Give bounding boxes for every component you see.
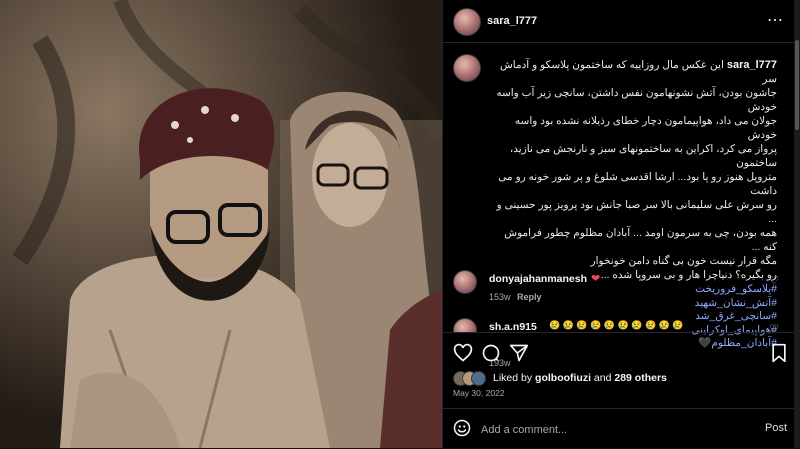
post-date: May 30, 2022 (453, 388, 505, 398)
comment-icon[interactable] (481, 343, 501, 363)
comment-text: ❤ (591, 273, 601, 285)
likes-others-link[interactable]: 289 others (614, 372, 667, 384)
heart-icon[interactable] (453, 343, 473, 363)
likes-and: and (591, 372, 615, 384)
reply-button[interactable]: Reply (517, 292, 542, 302)
caption-text: این عکس مال روزاییه که ساختمون پلاسکو و … (496, 59, 777, 281)
comment-item: sh.a.n915 😢 😢 😢 😢 😢 😢 😢 😢 😢 😢 ♡ (453, 318, 783, 332)
bookmark-icon[interactable] (769, 343, 789, 363)
author-avatar[interactable] (453, 8, 481, 36)
comment-username[interactable]: sh.a.n915 (489, 321, 537, 332)
caption-avatar[interactable] (453, 54, 481, 82)
caption-username[interactable]: sara_l777 (727, 59, 777, 71)
post-comment-button[interactable]: Post (765, 422, 787, 434)
emoji-icon[interactable] (453, 419, 471, 437)
share-icon[interactable] (509, 343, 529, 363)
post-photo[interactable] (0, 0, 442, 448)
post-side-panel: sara_l777 ⋯ sara_l777 این عکس مال روزایی… (442, 0, 795, 448)
like-comment-icon[interactable]: ♡ (769, 274, 779, 287)
comment-age: 153w (489, 292, 511, 302)
comment-input[interactable] (479, 419, 733, 441)
liker-avatar (471, 371, 486, 386)
likes-summary: Liked by golboofiuzi and 289 others (453, 371, 793, 388)
post-actions (443, 332, 795, 373)
comment-text: 😢 😢 😢 😢 😢 😢 😢 😢 😢 😢 (549, 320, 684, 330)
likes-prefix: Liked by (493, 372, 536, 384)
add-comment-bar: Post (443, 408, 795, 449)
instagram-post-viewer: sara_l777 ⋯ sara_l777 این عکس مال روزایی… (0, 0, 800, 448)
author-username[interactable]: sara_l777 (487, 15, 537, 27)
more-icon[interactable]: ⋯ (767, 10, 783, 30)
likes-text: Liked by golboofiuzi and 289 others (493, 372, 667, 384)
like-comment-icon[interactable]: ♡ (769, 322, 779, 332)
liked-by-username[interactable]: golboofiuzi (535, 372, 591, 384)
caption-body: sara_l777 این عکس مال روزاییه که ساختمون… (489, 58, 777, 282)
comment-avatar[interactable] (453, 270, 477, 294)
comment-username[interactable]: donyajahanmanesh (489, 273, 587, 285)
post-header: sara_l777 ⋯ (443, 0, 795, 43)
comment-item: donyajahanmanesh ❤ ♡ 153w Reply (453, 270, 783, 310)
liker-avatars[interactable] (453, 371, 493, 387)
post-photo-illustration (0, 0, 442, 448)
scrollbar-thumb[interactable] (795, 40, 799, 130)
comment-avatar[interactable] (453, 318, 477, 332)
